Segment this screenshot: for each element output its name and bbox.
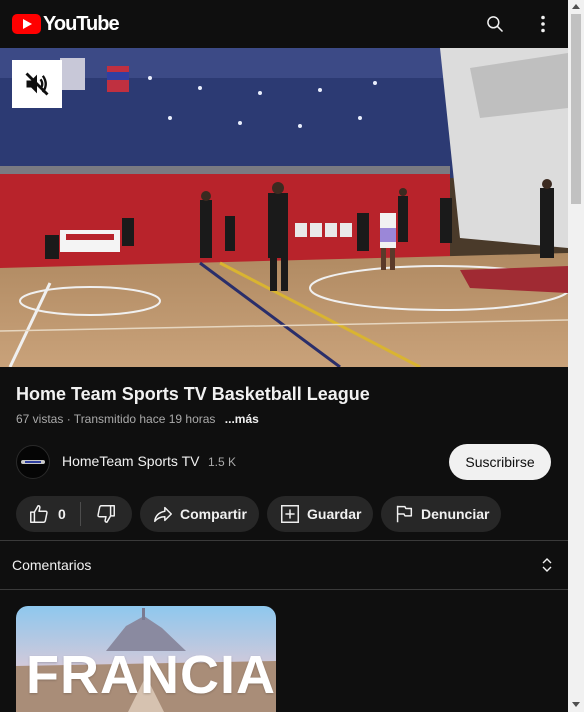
like-dislike-group: 0 (16, 496, 132, 532)
thumbs-down-icon (97, 505, 115, 523)
share-icon (154, 506, 172, 523)
save-label: Guardar (307, 506, 362, 522)
like-button[interactable]: 0 (16, 496, 80, 532)
playlist-add-icon (281, 505, 299, 523)
unmute-button[interactable] (12, 60, 62, 108)
report-label: Denunciar (421, 506, 490, 522)
youtube-play-icon (12, 14, 41, 34)
video-frame (0, 48, 568, 367)
thumbnail-text: FRANCIA (26, 645, 276, 705)
subscribe-button[interactable]: Suscribirse (449, 444, 551, 480)
logo-text: YouTube (43, 12, 120, 35)
scroll-up-arrow-icon[interactable] (572, 4, 580, 9)
channel-logo-icon (21, 460, 45, 464)
channel-avatar[interactable] (16, 445, 50, 479)
save-button[interactable]: Guardar (267, 496, 373, 532)
search-icon (487, 16, 504, 33)
share-label: Compartir (180, 506, 247, 522)
video-meta[interactable]: 67 vistas · Transmitido hace 19 horas ..… (16, 412, 259, 426)
more-vert-icon (541, 15, 545, 33)
divider (0, 589, 568, 590)
description-more-link[interactable]: ...más (225, 412, 259, 426)
subscriber-count: 1.5 K (208, 455, 237, 469)
unfold-icon[interactable] (539, 557, 555, 573)
video-views-date: 67 vistas · Transmitido hace 19 horas (16, 412, 216, 426)
video-title[interactable]: Home Team Sports TV Basketball League (16, 384, 370, 405)
share-button[interactable]: Compartir (140, 496, 259, 532)
dislike-button[interactable] (81, 496, 131, 532)
report-button[interactable]: Denunciar (381, 496, 501, 532)
volume-off-icon (25, 72, 49, 96)
flag-icon (396, 505, 413, 523)
search-button[interactable] (479, 8, 511, 40)
comments-header[interactable]: Comentarios (0, 541, 568, 589)
scrollbar-thumb[interactable] (571, 14, 581, 204)
youtube-logo[interactable]: YouTube (12, 12, 120, 35)
channel-name[interactable]: HomeTeam Sports TV (62, 453, 199, 469)
comments-label: Comentarios (12, 557, 92, 573)
top-app-bar: YouTube (0, 0, 568, 48)
recommended-video-thumbnail[interactable]: FRANCIA (16, 606, 276, 712)
thumbs-up-icon (30, 505, 48, 523)
more-options-button[interactable] (527, 8, 559, 40)
video-player[interactable] (0, 48, 568, 367)
scrollbar[interactable] (568, 0, 584, 712)
scroll-down-arrow-icon[interactable] (572, 702, 580, 707)
like-count: 0 (58, 506, 66, 522)
